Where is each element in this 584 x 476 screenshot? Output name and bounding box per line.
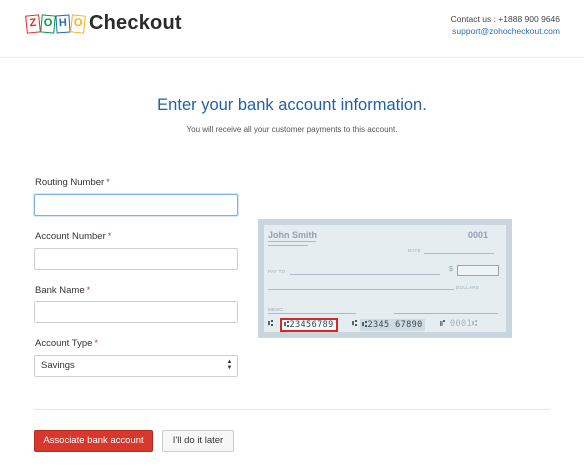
account-type-selected: Savings xyxy=(41,360,75,371)
routing-number-input[interactable] xyxy=(34,194,238,216)
payto-label: PAY TO xyxy=(268,269,286,274)
dollars-label: DOLLARS xyxy=(456,285,480,290)
do-it-later-button[interactable]: I'll do it later xyxy=(162,430,234,452)
micr-tail-symbol: ⑈ xyxy=(440,319,446,329)
payto-line xyxy=(290,274,440,275)
zoho-logo-tiles: Z O H O xyxy=(25,13,86,34)
page-title: Enter your bank account information. xyxy=(157,96,427,114)
dollar-sign: $ xyxy=(449,266,453,273)
logo-tile: O xyxy=(70,13,86,34)
account-number-label: Account Number * xyxy=(35,231,111,242)
account-number-input[interactable] xyxy=(34,248,238,270)
select-arrows-icon: ▲ ▼ xyxy=(226,359,233,371)
address-line xyxy=(268,245,308,246)
logo-tile: H xyxy=(55,14,71,33)
bank-name-label-text: Bank Name xyxy=(35,285,85,296)
logo-text: Checkout xyxy=(89,12,182,34)
micr-routing-number-highlight: ⑆23456789 xyxy=(280,318,338,332)
account-type-label-text: Account Type xyxy=(35,338,93,349)
date-label: DATE xyxy=(408,248,421,253)
account-type-label: Account Type * xyxy=(35,338,98,349)
bank-name-input[interactable] xyxy=(34,301,238,323)
routing-number-label-text: Routing Number xyxy=(35,177,105,188)
check-holder-name: John Smith xyxy=(268,230,317,240)
logo-tile: O xyxy=(40,13,56,34)
sample-check-illustration: John Smith 0001 DATE PAY TO $ DOLLARS ME… xyxy=(258,219,512,338)
zoho-checkout-logo[interactable]: Z O H O Checkout xyxy=(25,12,182,35)
address-line xyxy=(268,241,316,242)
memo-label: MEMO xyxy=(268,307,284,312)
contact-info: Contact us : +1888 900 9646 support@zoho… xyxy=(451,13,560,37)
page-subtitle: You will receive all your customer payme… xyxy=(186,125,398,134)
micr-lead-symbol: ⑆ xyxy=(268,319,274,329)
account-number-label-text: Account Number xyxy=(35,231,106,242)
signature-line xyxy=(394,313,498,314)
associate-bank-account-button[interactable]: Associate bank account xyxy=(34,430,153,452)
memo-line xyxy=(268,313,356,314)
check-body: John Smith 0001 DATE PAY TO $ DOLLARS ME… xyxy=(264,225,506,332)
support-email-link[interactable]: support@zohocheckout.com xyxy=(451,25,560,37)
amount-words-line xyxy=(268,289,454,290)
micr-separator: ⑆ xyxy=(352,319,358,329)
account-type-select[interactable]: Savings ▲ ▼ xyxy=(34,355,238,377)
logo-tile: Z xyxy=(25,13,41,34)
bank-name-label: Bank Name * xyxy=(35,285,90,296)
required-mark: * xyxy=(106,177,110,188)
divider xyxy=(34,409,550,410)
date-line xyxy=(424,253,494,254)
required-mark: * xyxy=(107,231,112,242)
routing-number-label: Routing Number * xyxy=(35,177,110,188)
amount-box xyxy=(457,265,499,276)
required-mark: * xyxy=(94,338,99,349)
check-number: 0001 xyxy=(467,230,488,240)
header: Z O H O Checkout Contact us : +1888 900 … xyxy=(0,0,584,58)
micr-account-number: ⑆2345 67890 xyxy=(360,319,425,331)
contact-phone: Contact us : +1888 900 9646 xyxy=(450,14,560,24)
micr-check-number: 0001⑆ xyxy=(450,319,478,329)
required-mark: * xyxy=(86,285,91,296)
